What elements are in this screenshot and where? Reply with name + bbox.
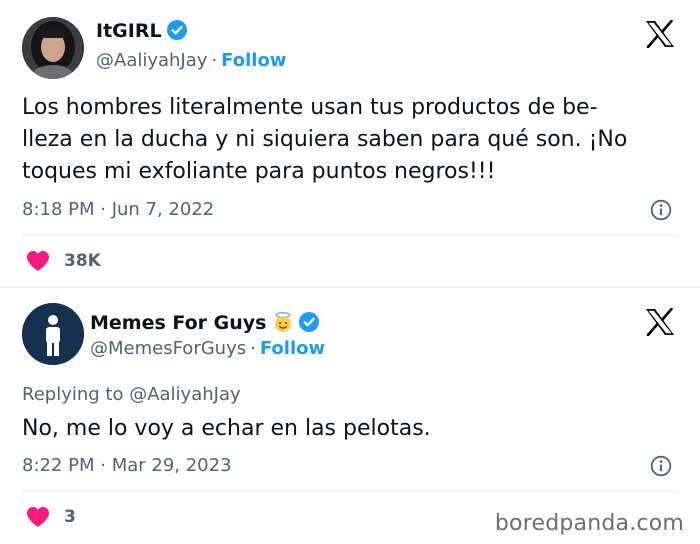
x-logo-icon[interactable] — [645, 19, 675, 49]
avatar[interactable] — [22, 17, 84, 79]
tweet-text-line: lleza en la ducha y ni siquiera saben pa… — [22, 127, 628, 152]
divider — [22, 235, 678, 236]
timestamp[interactable]: 8:22 PM · Mar 29, 2023 — [22, 455, 232, 476]
avatar[interactable] — [22, 303, 84, 365]
tweet-text: No, me lo voy a echar en las pelotas. — [22, 413, 431, 445]
card-separator — [0, 287, 700, 288]
verified-badge-icon — [299, 312, 320, 337]
follow-button[interactable]: Follow — [221, 50, 286, 71]
heart-icon[interactable] — [26, 506, 50, 528]
display-name-text: Memes For Guys — [90, 312, 267, 334]
tweet-card-1: ItGIRL @AaliyahJay · Follow Los hombres li… — [0, 0, 700, 287]
tweet-text-line: Los hombres literalmente usan tus produc… — [22, 95, 598, 120]
handle-line: @AaliyahJay · Follow — [96, 50, 286, 71]
tweet-text: Los hombres literalmente usan tus produc… — [22, 92, 627, 188]
separator-dot: · — [250, 338, 256, 359]
replying-to[interactable]: Replying to @AaliyahJay — [22, 384, 241, 405]
verified-badge-icon — [166, 20, 187, 45]
display-name-text: ItGIRL — [96, 20, 162, 42]
info-icon[interactable] — [650, 455, 672, 477]
x-logo-icon[interactable] — [645, 307, 675, 337]
user-handle[interactable]: @MemesForGuys — [90, 338, 246, 359]
timestamp[interactable]: 8:18 PM · Jun 7, 2022 — [22, 199, 214, 220]
tweet-text-line: toques mi exfoliante para puntos negros!… — [22, 159, 496, 184]
display-name[interactable]: Memes For Guys — [90, 311, 320, 338]
watermark: boredpanda.com — [494, 511, 684, 536]
like-count: 38K — [64, 251, 101, 271]
tweet-text-line: No, me lo voy a echar en las pelotas. — [22, 416, 431, 441]
info-icon[interactable] — [650, 199, 672, 221]
user-handle[interactable]: @AaliyahJay — [96, 50, 207, 71]
display-name[interactable]: ItGIRL — [96, 20, 187, 45]
heart-icon[interactable] — [26, 250, 50, 272]
handle-line: @MemesForGuys · Follow — [90, 338, 325, 359]
follow-button[interactable]: Follow — [260, 338, 325, 359]
separator-dot: · — [211, 50, 218, 71]
angel-emoji-icon — [272, 311, 294, 338]
like-count: 3 — [64, 507, 76, 527]
divider — [22, 491, 678, 492]
